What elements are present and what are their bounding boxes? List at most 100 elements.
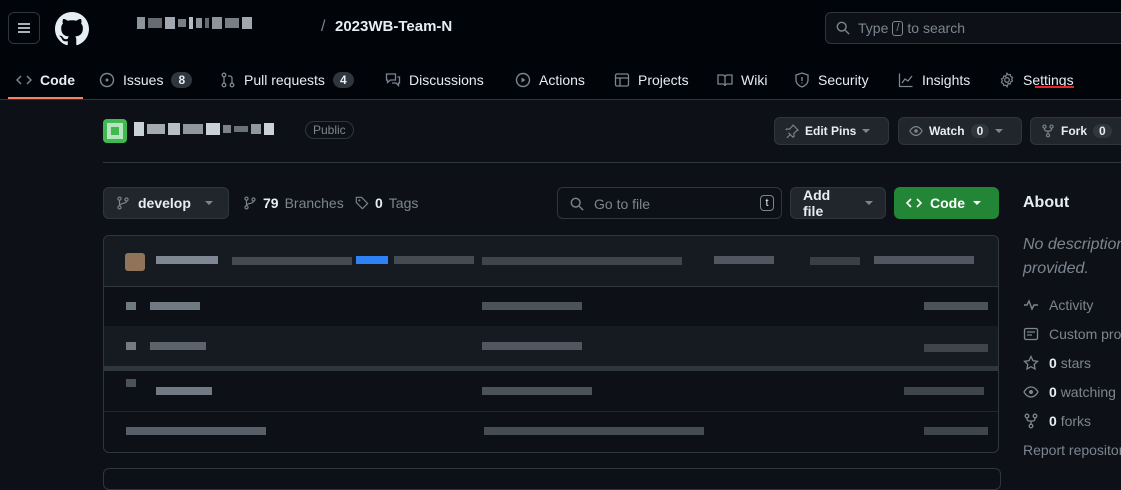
github-logo-icon[interactable] [55,12,89,46]
fork-button[interactable]: Fork 0 [1030,117,1121,145]
code-button-label: Code [930,195,965,211]
edit-pins-label: Edit Pins [805,124,857,138]
about-heading: About [1023,194,1070,211]
tags-label: Tags [388,195,419,211]
go-to-file-input[interactable]: Go to file t [557,187,782,219]
readme-box [103,468,1001,490]
file-row[interactable] [104,371,998,412]
watch-label: Watch [929,124,965,138]
go-to-file-placeholder: Go to file [594,196,651,212]
code-dropdown-button[interactable]: Code [894,187,999,219]
committer-avatar [125,253,145,271]
search-icon [570,197,584,211]
repo-name-link[interactable]: 2023WB-Team-N [335,18,452,35]
hamburger-icon [18,23,30,33]
tab-settings[interactable]: Settings [999,60,1074,100]
issues-counter: 8 [171,72,193,88]
tab-issues[interactable]: Issues 8 [99,60,193,100]
eye-icon [909,126,923,136]
section-divider [103,162,1121,163]
add-file-label: Add file [803,187,831,219]
branches-label: Branches [284,195,344,211]
watch-button[interactable]: Watch 0 [898,117,1022,145]
search-icon [836,21,850,35]
fork-label: Fork [1061,124,1088,138]
eye-icon [1023,386,1039,398]
stars-link[interactable]: 0 stars [1023,355,1091,371]
search-shortcut-key: / [892,20,904,36]
note-icon [1023,327,1039,341]
repo-owner-avatar [103,119,127,143]
tab-security-label: Security [818,72,869,88]
branches-link[interactable]: 79 Branches [243,195,344,211]
comment-discussion-icon [385,73,401,88]
tab-pull-requests[interactable]: Pull requests 4 [220,60,354,100]
chevron-down-icon [204,201,213,205]
add-file-button[interactable]: Add file [790,187,886,219]
graph-icon [898,73,913,88]
tab-insights[interactable]: Insights [898,60,970,100]
gear-icon [1000,72,1014,88]
search-input[interactable]: Type / to search [825,12,1121,44]
file-row[interactable] [104,411,998,451]
tab-actions-label: Actions [539,72,585,88]
custom-properties-link[interactable]: Custom properties [1023,326,1121,342]
tab-discussions-label: Discussions [409,72,484,88]
pulse-icon [1024,299,1038,311]
book-icon [717,74,733,87]
file-row[interactable] [104,326,998,367]
tab-projects[interactable]: Projects [614,60,689,100]
issue-opened-icon [99,72,115,88]
git-branch-icon [244,196,256,210]
tab-discussions[interactable]: Discussions [385,60,484,100]
repo-title-redacted [134,122,274,136]
tab-wiki[interactable]: Wiki [717,60,767,100]
tab-actions[interactable]: Actions [515,60,585,100]
watch-count: 0 [970,124,990,138]
chevron-down-icon [995,129,1004,133]
git-pull-request-icon [221,72,235,88]
file-row[interactable] [104,286,998,327]
tags-count: 0 [375,195,383,211]
pulls-counter: 4 [332,72,354,88]
shield-icon [795,72,809,88]
branch-name: develop [138,195,191,211]
tab-security[interactable]: Security [794,60,869,100]
latest-commit-bar[interactable] [104,236,998,287]
path-separator: / [321,18,326,35]
tab-projects-label: Projects [638,72,689,88]
about-description: No description, provided. [1023,236,1121,277]
pin-icon [785,124,799,138]
report-repository-link[interactable]: Report repository [1023,442,1121,458]
watching-link[interactable]: 0 watching [1023,384,1116,400]
play-icon [515,72,531,88]
tab-pull-requests-label: Pull requests [244,72,325,88]
chevron-down-icon [865,201,873,205]
table-icon [614,73,630,87]
search-placeholder: Type / to search [858,20,966,36]
repo-forked-icon [1042,124,1054,138]
tab-wiki-label: Wiki [741,72,768,88]
fork-count: 0 [1093,124,1112,138]
activity-link[interactable]: Activity [1023,297,1093,313]
tab-code-label: Code [40,72,75,88]
repo-forked-icon [1024,413,1038,429]
active-tab-indicator [8,97,83,99]
branch-select-button[interactable]: develop [103,187,229,219]
git-branch-icon [117,196,129,210]
code-icon [16,75,32,85]
visibility-badge: Public [305,121,354,139]
edit-pins-button[interactable]: Edit Pins [774,117,889,145]
forks-link[interactable]: 0 forks [1023,413,1091,429]
branches-count: 79 [263,195,279,211]
tags-link[interactable]: 0 Tags [355,195,418,211]
file-list [103,235,999,453]
tab-code[interactable]: Code [16,60,75,100]
chevron-down-icon [973,201,981,205]
tab-issues-label: Issues [123,72,164,88]
owner-link-redacted[interactable] [137,17,252,29]
star-icon [1023,355,1039,371]
chevron-down-icon [862,129,871,133]
menu-button[interactable] [8,12,40,44]
tag-icon [355,196,369,210]
